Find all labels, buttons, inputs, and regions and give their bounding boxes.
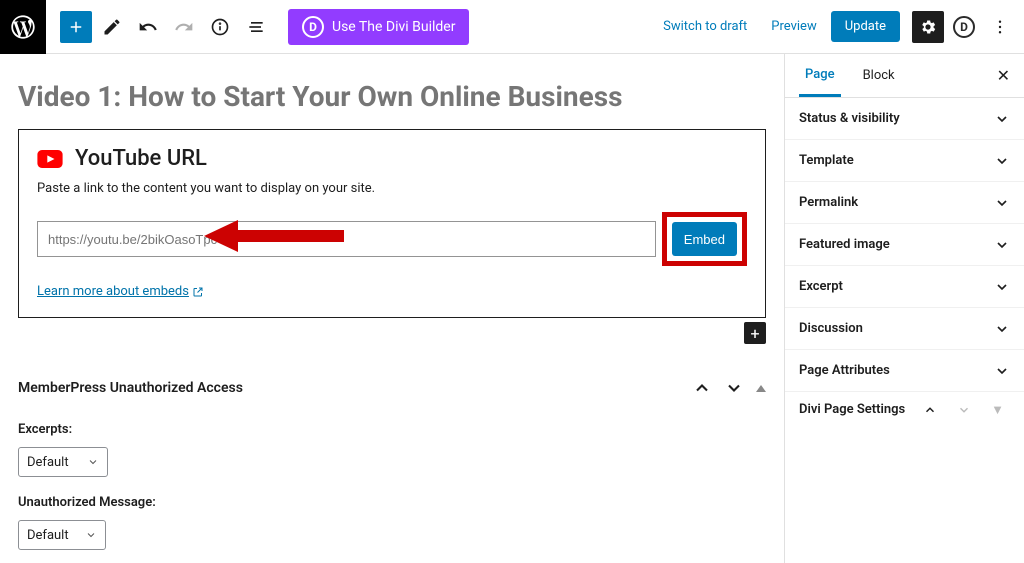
more-menu-icon[interactable] (984, 11, 1016, 43)
excerpts-label: Excerpts: (18, 422, 766, 437)
caret-down-icon[interactable]: ▼ (985, 400, 1010, 420)
learn-more-link[interactable]: Learn more about embeds (37, 284, 204, 299)
top-toolbar: D Use The Divi Builder Switch to draft P… (0, 0, 1024, 54)
panel-label: Page Attributes (799, 363, 890, 378)
url-input[interactable] (37, 221, 656, 257)
add-block-after-button[interactable]: + (744, 322, 766, 344)
panel-label: Divi Page Settings (799, 402, 909, 419)
panel-permalink[interactable]: Permalink (785, 182, 1024, 224)
panel-toggle-icon[interactable] (756, 385, 766, 392)
panel-move-down-button[interactable] (718, 372, 750, 404)
panel-label: Excerpt (799, 279, 843, 294)
panel-excerpt[interactable]: Excerpt (785, 266, 1024, 308)
embed-button[interactable]: Embed (672, 222, 737, 256)
panel-featured-image[interactable]: Featured image (785, 224, 1024, 266)
panel-discussion[interactable]: Discussion (785, 308, 1024, 350)
list-view-icon[interactable] (240, 11, 272, 43)
unauthorized-label: Unauthorized Message: (18, 495, 766, 510)
panel-template[interactable]: Template (785, 140, 1024, 182)
unauthorized-select[interactable]: Default (18, 520, 106, 550)
chevron-up-icon[interactable] (917, 401, 943, 419)
undo-icon[interactable] (132, 11, 164, 43)
add-block-button[interactable] (60, 11, 92, 43)
update-button[interactable]: Update (831, 11, 900, 42)
panel-title: MemberPress Unauthorized Access (18, 380, 243, 396)
settings-icon[interactable] (912, 11, 944, 43)
redo-icon[interactable] (168, 11, 200, 43)
panel-label: Permalink (799, 195, 858, 210)
page-title[interactable]: Video 1: How to Start Your Own Online Bu… (18, 80, 766, 113)
block-description: Paste a link to the content you want to … (37, 181, 747, 196)
learn-more-label: Learn more about embeds (37, 284, 189, 299)
excerpts-select[interactable]: Default (18, 447, 108, 477)
wp-logo[interactable] (0, 0, 46, 54)
youtube-embed-block: YouTube URL Paste a link to the content … (18, 129, 766, 318)
divi-logo-icon: D (302, 16, 324, 38)
unauthorized-value: Default (27, 528, 69, 543)
divi-builder-button[interactable]: D Use The Divi Builder (288, 9, 469, 45)
chevron-down-icon (994, 111, 1010, 127)
chevron-down-icon (994, 195, 1010, 211)
excerpts-value: Default (27, 455, 69, 470)
panel-label: Template (799, 153, 854, 168)
editor-canvas: Video 1: How to Start Your Own Online Bu… (0, 54, 784, 563)
divi-ring-icon[interactable]: D (948, 11, 980, 43)
panel-label: Discussion (799, 321, 863, 336)
info-icon[interactable] (204, 11, 236, 43)
settings-sidebar: Page Block ✕ Status & visibility Templat… (784, 54, 1024, 563)
preview-button[interactable]: Preview (761, 19, 826, 34)
memberpress-panel: MemberPress Unauthorized Access Excerpts… (18, 372, 766, 550)
edit-icon[interactable] (96, 11, 128, 43)
chevron-down-icon (994, 153, 1010, 169)
chevron-down-icon (85, 529, 97, 541)
panel-status-visibility[interactable]: Status & visibility (785, 98, 1024, 140)
chevron-down-icon (994, 321, 1010, 337)
chevron-down-icon (994, 237, 1010, 253)
external-link-icon (192, 286, 204, 298)
tab-page[interactable]: Page (799, 54, 841, 97)
panel-label: Featured image (799, 237, 890, 252)
close-sidebar-button[interactable]: ✕ (997, 66, 1010, 85)
switch-to-draft-button[interactable]: Switch to draft (653, 19, 757, 34)
highlight-box: Embed (662, 212, 747, 266)
chevron-down-icon (994, 363, 1010, 379)
youtube-icon (37, 150, 63, 168)
chevron-down-icon[interactable] (951, 401, 977, 419)
panel-divi-page-settings[interactable]: Divi Page Settings ▼ (785, 392, 1024, 428)
tab-block[interactable]: Block (857, 54, 901, 97)
panel-label: Status & visibility (799, 111, 900, 126)
block-heading: YouTube URL (75, 146, 207, 171)
panel-page-attributes[interactable]: Page Attributes (785, 350, 1024, 392)
chevron-down-icon (87, 456, 99, 468)
chevron-down-icon (994, 279, 1010, 295)
divi-button-label: Use The Divi Builder (332, 19, 455, 35)
panel-move-up-button[interactable] (686, 372, 718, 404)
